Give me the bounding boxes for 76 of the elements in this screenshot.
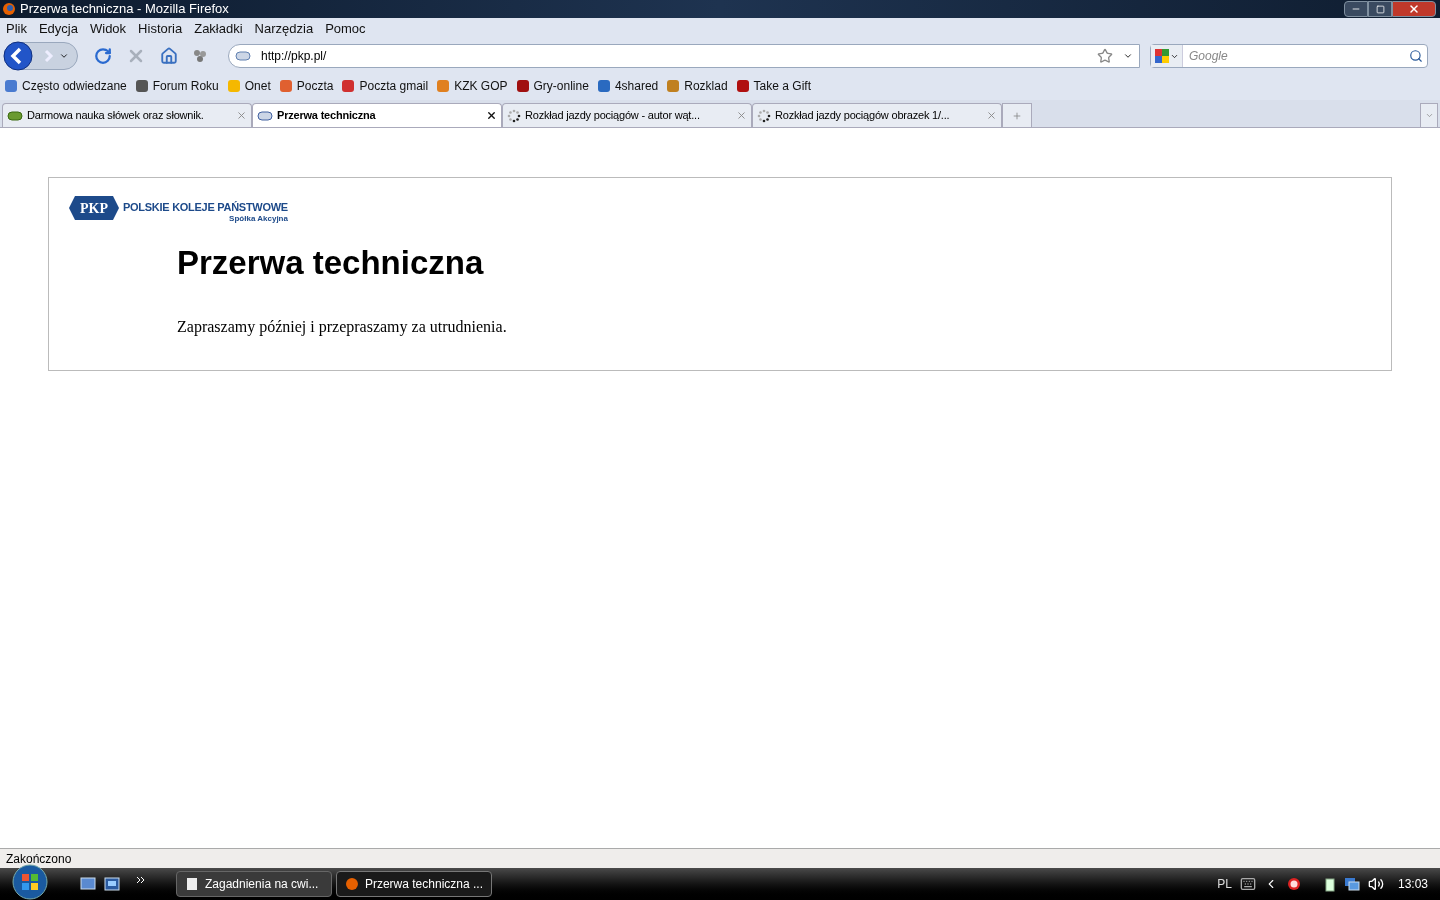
network-icon[interactable] [1343,876,1360,892]
tab-title: Przerwa techniczna [277,108,377,124]
bookmark-icon [4,79,18,93]
bookmark-item[interactable]: Rozklad [684,77,728,95]
chevron-icon[interactable] [136,875,146,885]
menu-item[interactable]: Plik [6,19,27,39]
restore-icon [1375,4,1385,14]
tab-title: Rozkład jazdy pociągów obrazek 1/... [775,108,951,124]
bookmark-item[interactable]: Często odwiedzane [22,77,127,95]
logo-subtitle: Spółka Akcyjna [229,214,288,223]
close-tab-icon[interactable] [486,110,497,121]
search-field[interactable]: Google [1150,44,1428,68]
url-text: http://pkp.pl/ [261,48,327,65]
status-text: Zakończono [6,850,72,868]
bookmark-item[interactable]: Forum Roku [152,77,219,95]
menu-item[interactable]: Historia [138,19,183,39]
home-icon[interactable] [160,47,178,65]
bookmark-icon [226,79,241,93]
menu-item[interactable]: Zakładki [194,19,243,39]
browser-tab[interactable]: Przerwa techniczna [252,103,502,127]
search-icon[interactable] [1409,49,1423,63]
taskbar-button[interactable]: Zagadnienia na cwi... [176,871,332,897]
search-engine-icon[interactable] [1154,48,1170,64]
site-identity-icon [235,51,251,61]
tab-title: Darmowa nauka słówek oraz słownik. [27,108,205,124]
back-forward-button[interactable] [4,42,78,70]
caret-icon [1424,111,1434,120]
bookmark-star-icon[interactable] [1097,48,1113,64]
switch-windows-icon[interactable] [104,877,120,891]
document-icon [185,877,199,891]
show-desktop-icon[interactable] [80,877,96,891]
menu-item[interactable]: Pomoc [325,19,366,39]
caret-icon [59,51,69,61]
restore-button[interactable] [1368,1,1392,17]
volume-icon[interactable] [1367,876,1384,892]
language-indicator[interactable]: PL [1217,875,1232,893]
bookmark-item[interactable]: Onet [244,77,271,95]
bookmark-item[interactable]: Poczta [296,77,334,95]
browser-tab[interactable]: Rozkład jazdy pociągów obrazek 1/... [752,103,1002,127]
dropdown-caret-icon[interactable] [1123,51,1133,61]
taskbar-button[interactable]: Przerwa techniczna ... [336,871,492,897]
window-title: Przerwa techniczna - Mozilla Firefox [20,0,229,19]
pkp-logo-mark: PKP [69,196,119,220]
start-button[interactable] [10,864,50,900]
bookmark-icon [596,79,611,93]
reload-icon[interactable] [94,47,112,65]
battery-icon[interactable] [1323,876,1336,892]
bookmark-item[interactable]: 4shared [614,77,659,95]
bookmark-item[interactable]: Poczta gmail [359,77,429,95]
menu-item[interactable]: Edycja [38,19,78,39]
bookmark-item[interactable]: KZK GOP [454,77,508,95]
keyboard-icon[interactable] [1239,876,1256,892]
bookmark-icon [341,79,356,93]
bookmark-item[interactable]: Gry-online [533,77,589,95]
bookmark-icon [134,79,149,93]
bookmark-icon [735,79,750,93]
bookmark-item[interactable]: Take a Gift [753,77,811,95]
bookmark-icon [436,79,451,93]
close-icon [1408,3,1420,15]
minimize-button[interactable] [1344,1,1368,17]
address-bar[interactable]: http://pkp.pl/ [228,44,1140,68]
browser-tab[interactable]: Rozkład jazdy pociągów - autor wąt... [502,103,752,127]
menu-item[interactable]: Narzędzia [254,19,314,39]
bookmark-icon [515,79,530,93]
search-input[interactable]: Google [1189,47,1409,65]
bookmark-icon [666,79,681,93]
clock[interactable]: 13:03 [1397,875,1428,893]
page-heading: Przerwa techniczna [177,243,485,283]
browser-tab[interactable]: Darmowa nauka słówek oraz słownik. [2,103,252,127]
page-message: Zapraszamy później i przepraszamy za utrudnienia. [177,317,508,338]
menu-item[interactable]: Widok [90,19,127,39]
close-button[interactable] [1392,1,1436,17]
plus-icon [1012,110,1022,121]
logo-name: POLSKIE KOLEJE PAŃSTWOWE [123,201,288,214]
bookmark-icon [278,79,293,93]
tab-title: Rozkład jazdy pociągów - autor wąt... [525,108,701,124]
